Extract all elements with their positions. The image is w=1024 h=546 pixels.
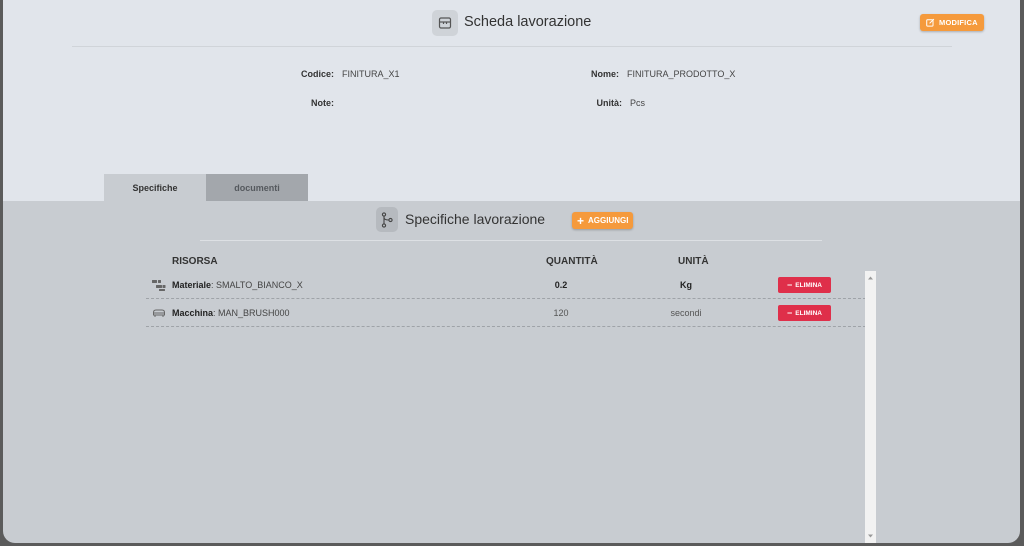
header-divider (72, 46, 952, 47)
section-divider (200, 240, 822, 241)
nome-label: Nome: (590, 69, 619, 79)
branch-icon (376, 207, 398, 232)
section-title: Specifiche lavorazione (405, 211, 546, 227)
minus-icon: − (787, 280, 793, 290)
column-header-quantita: QUANTITÀ (546, 256, 598, 267)
codice-value: FINITURA_X1 (342, 69, 400, 79)
tab-bar: Specifiche documenti (104, 174, 308, 201)
machine-icon (153, 309, 165, 317)
add-button-label: AGGIUNGI (588, 216, 629, 225)
unita-label: Unità: (596, 98, 623, 108)
resource-name: : SMALTO_BIANCO_X (211, 280, 303, 290)
nome-value: FINITURA_PRODOTTO_X (627, 69, 736, 79)
minus-icon: − (787, 308, 793, 318)
delete-button-label: ELIMINA (795, 309, 822, 317)
page-title: Scheda lavorazione (464, 14, 592, 30)
app-window: Scheda lavorazione MODIFICA Codice: FINI… (3, 0, 1020, 543)
plus-icon: + (577, 213, 585, 228)
spec-table: Materiale: SMALTO_BIANCO_X 0.2 Kg − ELIM… (146, 270, 866, 543)
quantity-cell: 120 (553, 308, 569, 318)
unit-cell: Kg (680, 280, 692, 290)
quantity-cell: 0.2 (554, 280, 568, 290)
note-label: Note: (311, 98, 334, 108)
table-row: Materiale: SMALTO_BIANCO_X 0.2 Kg − ELIM… (146, 271, 866, 299)
resource-cell: Materiale: SMALTO_BIANCO_X (172, 280, 303, 290)
resource-type: Macchina (172, 308, 214, 318)
add-button[interactable]: + AGGIUNGI (572, 212, 634, 229)
unit-cell: secondi (670, 308, 702, 318)
vertical-scrollbar[interactable] (865, 271, 876, 543)
delete-button-label: ELIMINA (795, 281, 822, 289)
column-header-risorsa: RISORSA (172, 256, 218, 267)
resource-name: : MAN_BRUSH000 (213, 308, 290, 318)
resource-type: Materiale (172, 280, 212, 290)
edit-button[interactable]: MODIFICA (920, 14, 984, 31)
column-header-unita: UNITÀ (678, 256, 709, 267)
header-panel: Scheda lavorazione MODIFICA Codice: FINI… (3, 0, 1020, 201)
codice-label: Codice: (300, 69, 334, 79)
resource-cell: Macchina: MAN_BRUSH000 (172, 308, 290, 318)
tab-documenti[interactable]: documenti (206, 174, 308, 201)
material-icon (152, 280, 166, 291)
table-row: Macchina: MAN_BRUSH000 120 secondi − ELI… (146, 299, 866, 327)
scroll-up-icon[interactable] (867, 275, 874, 281)
tab-specifiche[interactable]: Specifiche (104, 174, 206, 201)
delete-button[interactable]: − ELIMINA (778, 277, 831, 293)
box-icon (432, 10, 458, 36)
scroll-down-icon[interactable] (867, 533, 874, 539)
unita-value: Pcs (630, 98, 646, 108)
delete-button[interactable]: − ELIMINA (778, 305, 831, 321)
edit-button-label: MODIFICA (939, 18, 978, 27)
edit-icon (926, 18, 935, 27)
